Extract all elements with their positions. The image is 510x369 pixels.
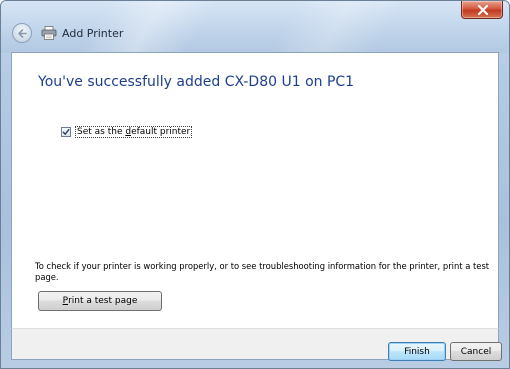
checkmark-icon [62, 128, 70, 135]
print-test-page-button[interactable]: Print a test page [38, 291, 162, 311]
wizard-footer: Finish Cancel [11, 328, 502, 361]
window-title: Add Printer [62, 27, 124, 40]
close-icon [477, 5, 489, 15]
add-printer-window: Add Printer You've successfully added CX… [0, 0, 510, 369]
printer-icon [41, 26, 57, 40]
back-arrow-icon [18, 29, 27, 38]
default-printer-option[interactable]: Set as the default printer [61, 126, 193, 138]
default-printer-label[interactable]: Set as the default printer [75, 126, 193, 138]
title-bar: Add Printer [1, 1, 509, 53]
close-button[interactable] [461, 1, 503, 19]
back-button[interactable] [12, 23, 32, 43]
label-text-before: Set as the [77, 127, 126, 137]
test-page-info-text: To check if your printer is working prop… [35, 261, 490, 282]
default-printer-checkbox[interactable] [61, 127, 71, 137]
label-text-after: efault printer [131, 127, 191, 137]
success-heading: You've successfully added CX-D80 U1 on P… [38, 74, 355, 90]
button-label-rest: rint a test page [68, 296, 138, 306]
finish-button[interactable]: Finish [388, 342, 446, 361]
cancel-button[interactable]: Cancel [450, 342, 502, 361]
wizard-content: You've successfully added CX-D80 U1 on P… [11, 52, 499, 328]
